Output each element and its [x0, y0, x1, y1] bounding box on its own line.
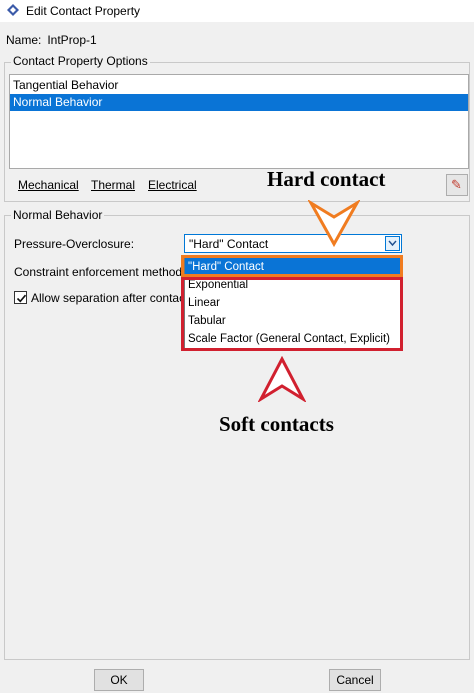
chevron-down-icon[interactable] — [385, 236, 400, 251]
title-bar: Edit Contact Property — [0, 0, 474, 22]
allow-separation-label[interactable]: Allow separation after contact — [31, 291, 188, 305]
menu-mechanical[interactable]: Mechanical — [18, 178, 79, 192]
soft-contacts-annotation: Soft contacts — [219, 412, 334, 436]
edit-contact-property-dialog: Edit Contact Property Name: IntProp-1 Con… — [0, 0, 474, 693]
pressure-overclosure-select[interactable]: "Hard" Contact — [184, 234, 402, 253]
pressure-overclosure-label: Pressure-Overclosure: — [14, 237, 135, 251]
pencil-icon: ✎ — [451, 177, 462, 192]
contact-property-options-title: Contact Property Options — [11, 54, 150, 68]
hard-contact-highlight-box — [181, 255, 403, 277]
soft-contacts-arrow-icon — [258, 356, 306, 402]
name-row: Name: IntProp-1 — [6, 33, 97, 47]
cancel-button[interactable]: Cancel — [329, 669, 381, 691]
soft-contacts-highlight-box — [181, 277, 403, 351]
list-item-tangential-behavior[interactable]: Tangential Behavior — [10, 77, 468, 94]
pressure-overclosure-value: "Hard" Contact — [189, 237, 269, 251]
name-value: IntProp-1 — [47, 33, 97, 47]
ok-button[interactable]: OK — [94, 669, 144, 691]
allow-separation-checkbox[interactable] — [14, 291, 27, 304]
constraint-enforcement-label: Constraint enforcement method: — [14, 265, 186, 279]
menu-electrical[interactable]: Electrical — [148, 178, 197, 192]
edit-option-button[interactable]: ✎ — [446, 174, 468, 196]
abaqus-app-icon — [6, 3, 20, 17]
hard-contact-arrow-icon — [308, 200, 360, 248]
name-label: Name: — [6, 33, 42, 47]
contact-property-options-list[interactable]: Tangential Behavior Normal Behavior — [9, 74, 469, 169]
menu-thermal[interactable]: Thermal — [91, 178, 135, 192]
window-title: Edit Contact Property — [26, 4, 141, 18]
list-item-normal-behavior[interactable]: Normal Behavior — [10, 94, 468, 111]
normal-behavior-title: Normal Behavior — [11, 208, 105, 222]
hard-contact-annotation: Hard contact — [267, 167, 386, 191]
